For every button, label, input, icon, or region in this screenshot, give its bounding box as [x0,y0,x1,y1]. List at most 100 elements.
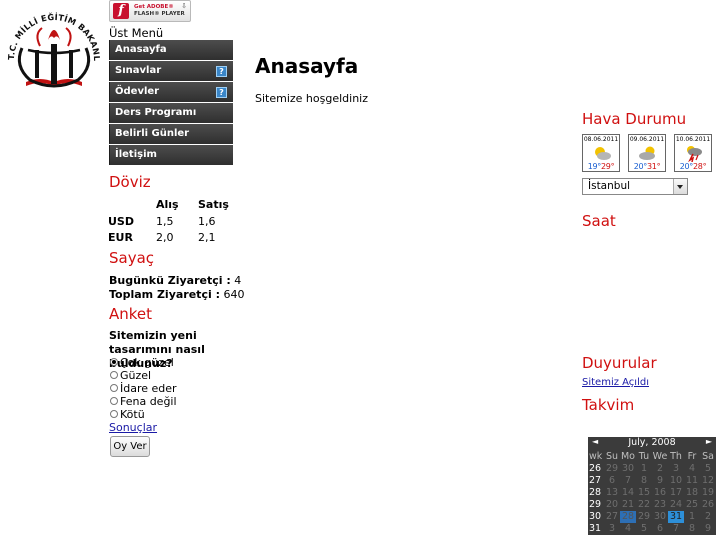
nav-item-anasayfa[interactable]: Anasayfa [109,40,233,60]
today-visitors-label: Bugünkü Ziyaretçi : [109,274,231,287]
calendar-day[interactable]: 2 [652,463,668,475]
calendar-day[interactable]: 1 [684,511,700,523]
currency-table: Alış Satış USD 1,5 1,6 EUR 2,0 2,1 [108,195,238,245]
calendar-day[interactable]: 20 [604,499,620,511]
calendar-day[interactable]: 17 [668,487,684,499]
calendar-day-today[interactable]: 31 [668,511,684,523]
clock-heading: Saat [582,212,616,230]
city-select[interactable]: İstanbul [582,178,688,195]
currency-code: USD [108,214,134,228]
day-name: Fr [687,451,697,462]
column-header: Alış [156,197,179,211]
welcome-text: Sitemize hoşgeldiniz [255,92,369,105]
radio-button-checked[interactable] [110,358,118,366]
ministry-logo: T.C. MİLLİ EĞİTİM BAKANLIĞI [0,0,102,88]
calendar-day[interactable]: 24 [668,499,684,511]
anket-heading: Anket [109,305,153,323]
week-number: 27 [589,475,602,486]
sayac-heading: Sayaç [109,249,155,267]
calendar-day[interactable]: 8 [684,523,700,535]
total-visitors-value: 640 [223,288,245,301]
weather-temps: 19°29° [583,162,619,171]
temp-high: 28° [693,162,707,171]
radio-button[interactable] [110,397,118,405]
poll-option[interactable]: Fena değil [110,395,177,408]
week-number: 31 [589,523,602,534]
calendar-day[interactable]: 19 [700,487,716,499]
help-icon[interactable]: ? [216,66,227,77]
storm-icon [687,146,702,162]
calendar-day[interactable]: 30 [652,511,668,523]
calendar-day[interactable]: 4 [620,523,636,535]
calendar-day[interactable]: 3 [668,463,684,475]
calendar-day[interactable]: 1 [636,463,652,475]
nav-item-iletisim[interactable]: İletişim [109,145,233,165]
main-nav-menu: Anasayfa Sınavlar? Ödevler? Ders Program… [109,40,233,166]
chevron-down-icon[interactable] [673,179,687,194]
radio-button[interactable] [110,384,118,392]
nav-item-sinavlar[interactable]: Sınavlar? [109,61,233,81]
calendar-day[interactable]: 4 [684,463,700,475]
calendar-day[interactable]: 7 [668,523,684,535]
calendar-day[interactable]: 25 [684,499,700,511]
vote-button[interactable]: Oy Ver [110,436,150,457]
calendar-day[interactable]: 29 [604,463,620,475]
calendar-day[interactable]: 14 [620,487,636,499]
calendar-week: 31 3 4 5 6 7 8 9 [588,523,716,535]
calendar-day[interactable]: 10 [668,475,684,487]
calendar-day[interactable]: 9 [700,523,716,535]
weather-date: 08.06.2011 [583,136,619,143]
calendar-day[interactable]: 22 [636,499,652,511]
poll-option[interactable]: Kötü [110,408,145,421]
nav-item-ders-programi[interactable]: Ders Programı [109,103,233,123]
calendar-day[interactable]: 5 [636,523,652,535]
calendar-widget: ◄ July, 2008 ► wk Su Mo Tu We Th Fr Sa 2… [588,437,716,535]
calendar-week: 29 20 21 22 23 24 25 26 [588,499,716,511]
calendar-day[interactable]: 30 [620,463,636,475]
radio-button[interactable] [110,410,118,418]
calendar-day[interactable]: 15 [636,487,652,499]
next-month-button[interactable]: ► [706,437,712,446]
poll-results-link[interactable]: Sonuçlar [109,421,157,434]
week-header: wk [589,451,603,462]
table-row: USD 1,5 1,6 [108,213,238,229]
calendar-day[interactable]: 3 [604,523,620,535]
calendar-day[interactable]: 7 [620,475,636,487]
radio-button[interactable] [110,371,118,379]
poll-option[interactable]: İdare eder [110,382,177,395]
calendar-day[interactable]: 2 [700,511,716,523]
calendar-day-selected[interactable]: 28 [620,511,636,523]
nav-item-odevler[interactable]: Ödevler? [109,82,233,102]
weather-day-card: 09.06.2011 20°31° [628,134,666,172]
calendar-day[interactable]: 29 [636,511,652,523]
announcement-link[interactable]: Sitemiz Açıldı [582,377,649,388]
calendar-day[interactable]: 6 [652,523,668,535]
calendar-day[interactable]: 12 [700,475,716,487]
today-visitors-value: 4 [234,274,242,287]
calendar-day[interactable]: 8 [636,475,652,487]
temp-low: 20° [679,162,694,171]
calendar-day[interactable]: 18 [684,487,700,499]
calendar-day[interactable]: 27 [604,511,620,523]
calendar-day[interactable]: 26 [700,499,716,511]
week-number: 29 [589,499,602,510]
nav-item-label: Ders Programı [115,107,197,118]
calendar-day[interactable]: 21 [620,499,636,511]
calendar-day[interactable]: 11 [684,475,700,487]
nav-item-belirli-gunler[interactable]: Belirli Günler [109,124,233,144]
calendar-day[interactable]: 23 [652,499,668,511]
poll-option[interactable]: Güzel [110,369,151,382]
poll-option[interactable]: Çok güzel [110,356,174,369]
calendar-day[interactable]: 6 [604,475,620,487]
get-flash-player-badge[interactable]: f Get ADOBE® FLASH® PLAYER ⇩ [109,0,191,22]
total-visitors-label: Toplam Ziyaretçi : [109,288,220,301]
temp-low: 19° [587,162,602,171]
help-icon[interactable]: ? [216,87,227,98]
menu-title: Üst Menü [109,26,164,40]
calendar-day[interactable]: 9 [652,475,668,487]
calendar-day[interactable]: 5 [700,463,716,475]
calendar-day[interactable]: 13 [604,487,620,499]
calendar-day[interactable]: 16 [652,487,668,499]
nav-item-label: Belirli Günler [115,128,190,139]
weather-day-card: 08.06.2011 19°29° [582,134,620,172]
